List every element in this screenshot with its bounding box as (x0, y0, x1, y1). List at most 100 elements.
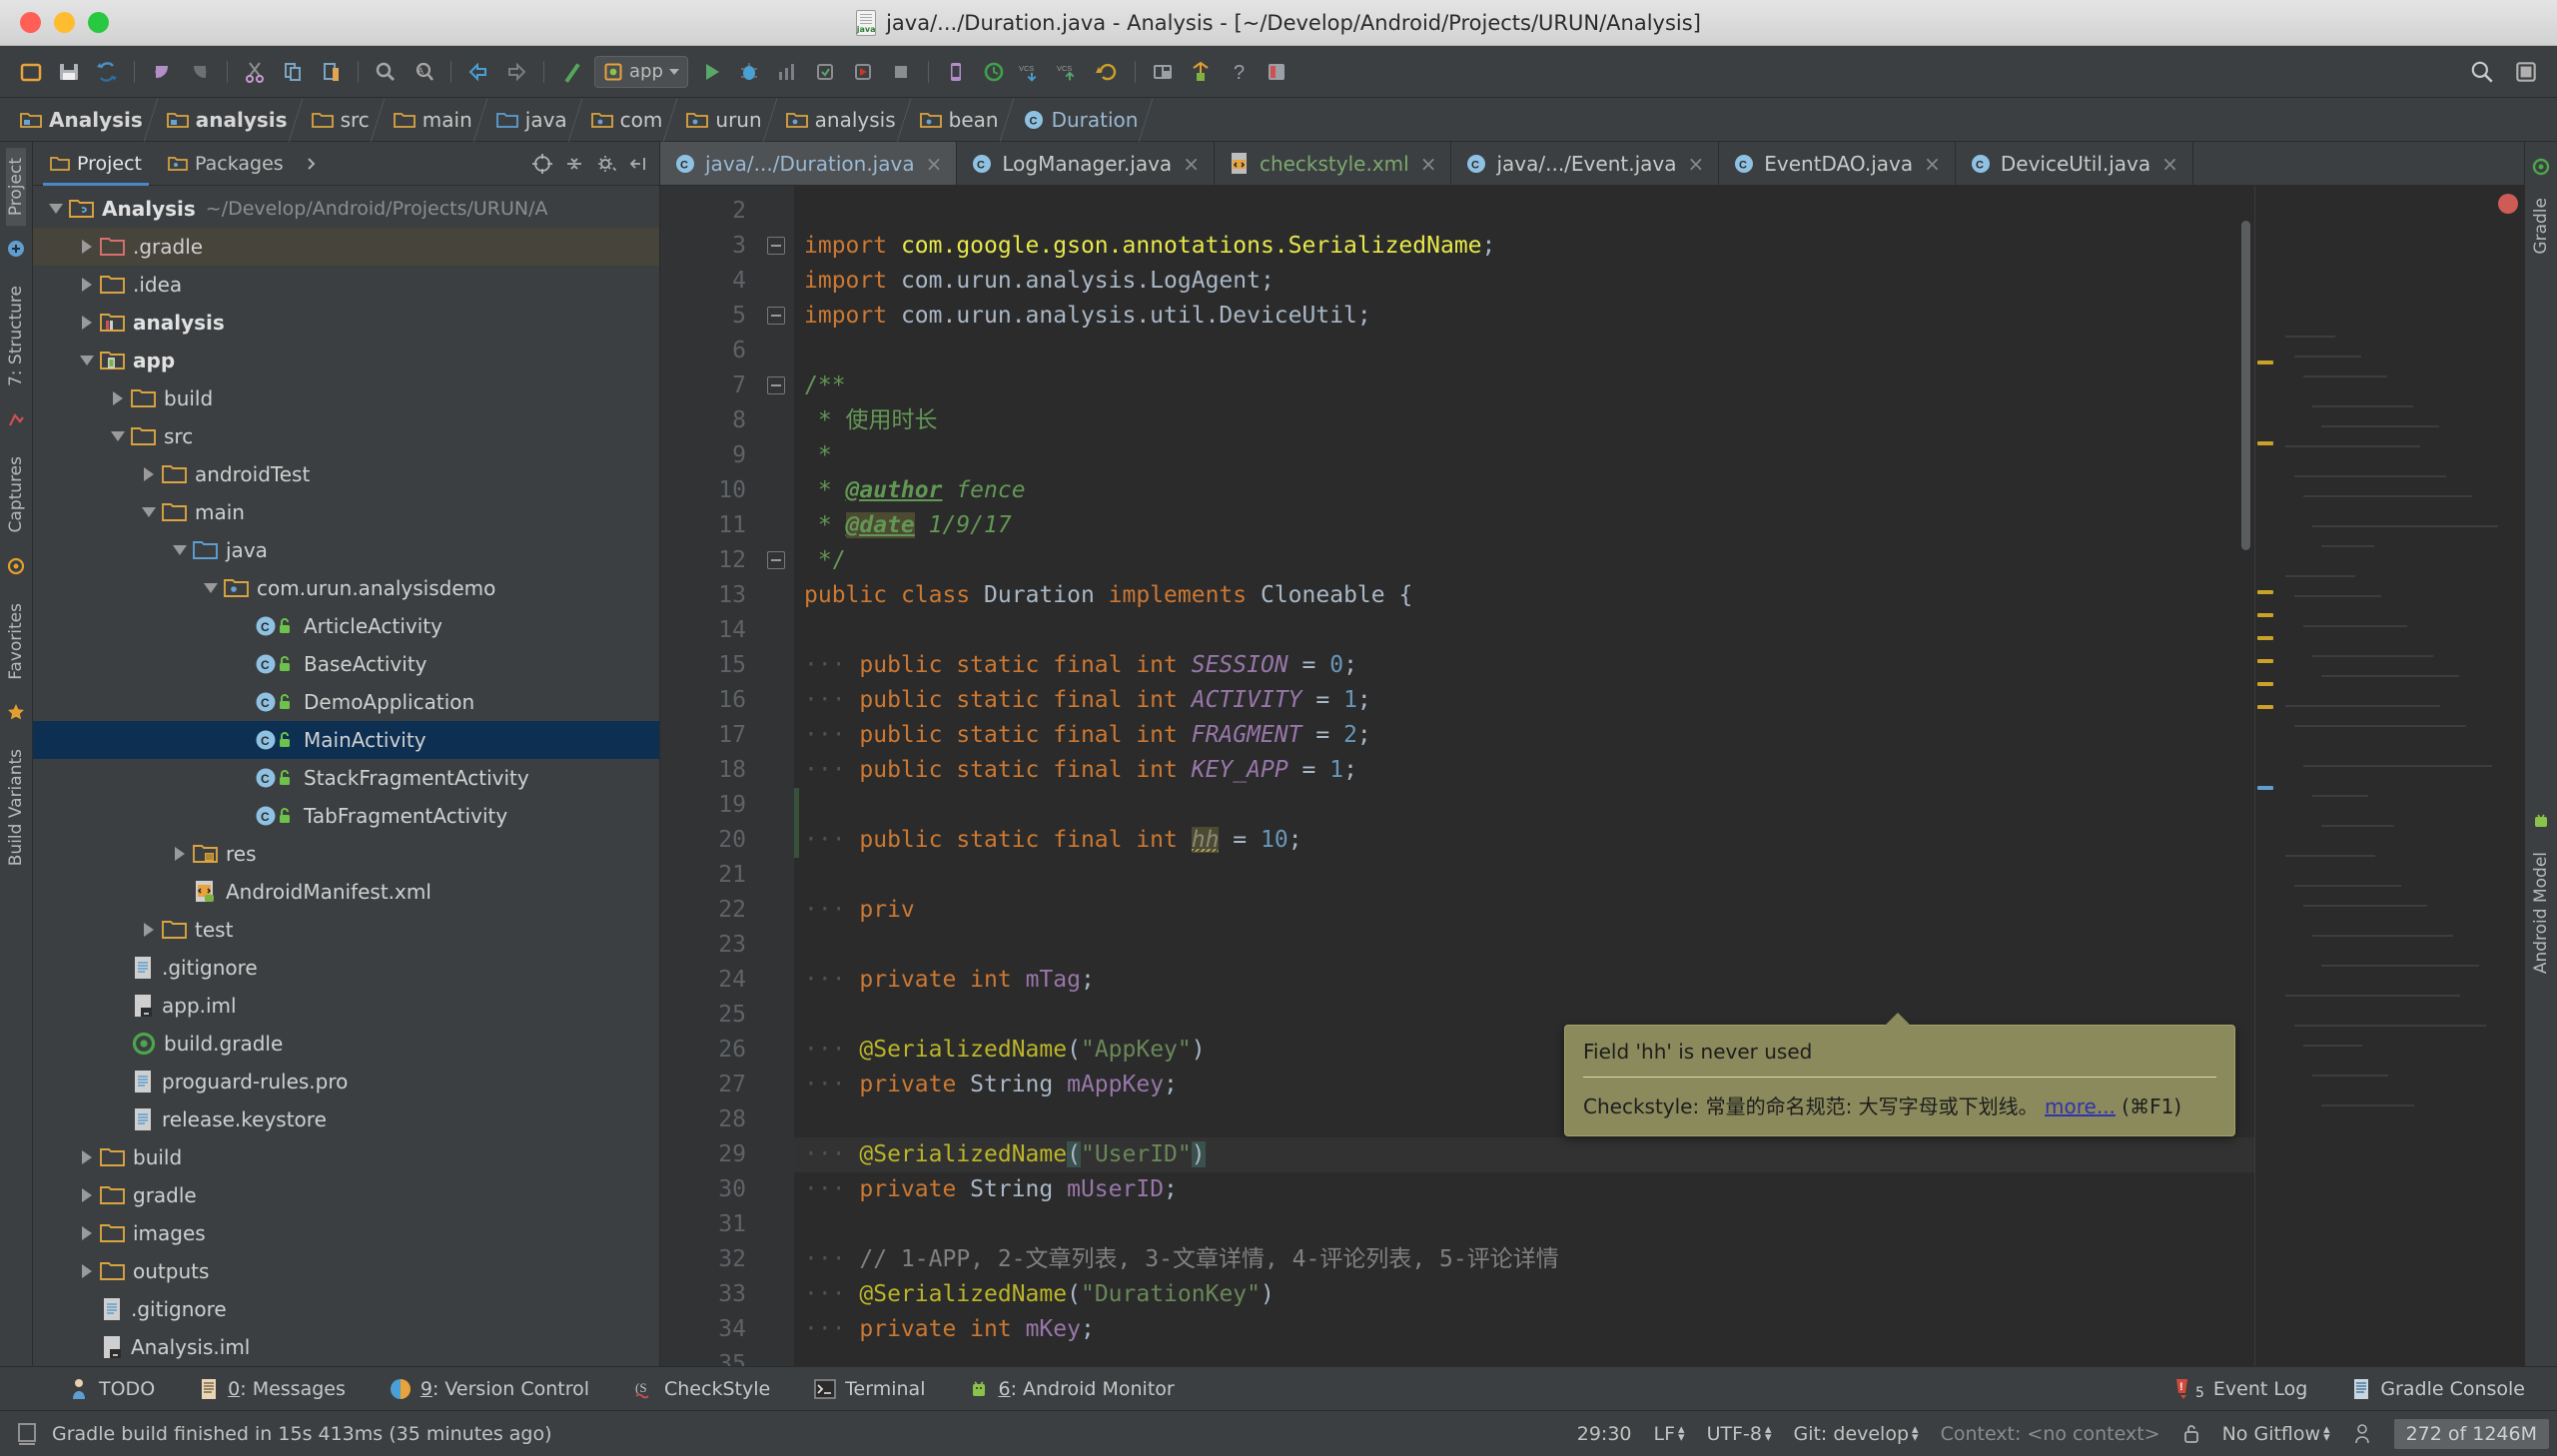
code-line[interactable]: import com.urun.analysis.util.DeviceUtil… (794, 299, 2254, 334)
gitflow-icon[interactable] (2352, 1422, 2372, 1446)
run-coverage-icon[interactable] (846, 55, 880, 89)
code-line[interactable] (794, 334, 2254, 368)
build-icon[interactable] (554, 55, 588, 89)
chevron-down-icon[interactable] (167, 545, 193, 555)
code-line[interactable]: public class Duration implements Cloneab… (794, 578, 2254, 613)
caret-position[interactable]: 29:30 (1577, 1423, 1632, 1445)
tree-node-outputs[interactable]: outputs (33, 1252, 659, 1290)
android-model-tool-icon[interactable] (2531, 811, 2551, 835)
build-status-icon[interactable] (16, 1421, 38, 1447)
chevron-down-icon[interactable] (198, 583, 224, 593)
attach-debugger-icon[interactable] (808, 55, 842, 89)
code-line[interactable]: ··· public static final int hh = 10; (794, 823, 2254, 858)
zoom-window-button[interactable] (88, 12, 109, 33)
nav-back-icon[interactable] (461, 55, 495, 89)
fold-collapse-icon[interactable] (767, 237, 785, 255)
code-line[interactable] (794, 613, 2254, 648)
code-line[interactable]: ··· private int mKey; (794, 1312, 2254, 1347)
back-icon[interactable] (145, 55, 179, 89)
chevron-right-icon[interactable] (74, 240, 100, 254)
chevron-right-icon[interactable] (74, 278, 100, 292)
git-branch-selector[interactable]: Git: develop ▴ ▾ (1793, 1423, 1918, 1445)
tree-node-app-iml[interactable]: app.iml (33, 987, 659, 1025)
tree-node--idea[interactable]: .idea (33, 266, 659, 304)
breadcrumb-item-duration[interactable]: C Duration (1013, 97, 1154, 142)
minimap-warning-marker[interactable] (2257, 705, 2273, 709)
tool-window-version-control[interactable]: 9: Version Control (368, 1367, 611, 1411)
code-line[interactable]: * 使用时长 (794, 403, 2254, 438)
minimap-warning-marker[interactable] (2257, 785, 2273, 790)
minimap-warning-marker[interactable] (2257, 613, 2273, 617)
gear-icon[interactable] (591, 149, 621, 179)
debug-icon[interactable] (732, 55, 766, 89)
sdk-manager-icon[interactable] (1184, 55, 1218, 89)
close-icon[interactable]: × (1183, 152, 1200, 176)
fold-end-icon[interactable] (767, 307, 785, 325)
run-configuration-selector[interactable]: app (594, 55, 688, 88)
close-icon[interactable]: × (926, 152, 943, 176)
code-line[interactable]: * @author fence (794, 473, 2254, 508)
structure-tool-icon[interactable] (6, 239, 26, 263)
memory-indicator[interactable]: 272 of 1246M (2393, 1418, 2549, 1449)
rollback-icon[interactable] (1091, 55, 1125, 89)
close-icon[interactable]: × (2161, 152, 2178, 176)
code-line[interactable] (794, 928, 2254, 963)
chevron-right-icon[interactable] (74, 1150, 100, 1164)
unlock-icon[interactable] (2182, 1423, 2200, 1445)
sync-icon[interactable] (90, 55, 124, 89)
sidebar-item-project[interactable]: Project (6, 148, 26, 227)
chevron-right-icon[interactable] (136, 467, 162, 481)
code-line[interactable]: * @date 1/9/17 (794, 508, 2254, 543)
breadcrumb-item-src[interactable]: src (302, 97, 385, 142)
code-line[interactable]: ··· @SerializedName("DurationKey") (794, 1277, 2254, 1312)
gitflow-selector[interactable]: No Gitflow ▴ ▾ (2222, 1423, 2330, 1445)
editor-tab-bar[interactable]: Cjava/.../Duration.java × C LogManager.java… (660, 142, 2524, 186)
editor-tab-deviceutil-java[interactable]: C DeviceUtil.java × (1956, 142, 2193, 185)
code-line[interactable] (794, 788, 2254, 823)
code-line[interactable]: ··· public static final int ACTIVITY = 1… (794, 683, 2254, 718)
search-everywhere-icon[interactable] (2465, 55, 2499, 89)
project-structure-icon[interactable] (1260, 55, 1293, 89)
breadcrumb-item-bean[interactable]: bean (910, 97, 1014, 142)
tree-node-analysis-iml[interactable]: Analysis.iml (33, 1328, 659, 1366)
window-controls[interactable] (0, 12, 109, 33)
vcs-update-icon[interactable]: VCS (1015, 55, 1049, 89)
editor-scrollbar-thumb[interactable] (2241, 221, 2250, 550)
tool-window-checkstyle[interactable]: (S CheckStyle (611, 1367, 792, 1411)
project-tree[interactable]: Analysis ~/Develop/Android/Projects/URUN/… (33, 186, 659, 1366)
code-line[interactable] (794, 1207, 2254, 1242)
tab-project[interactable]: Project (37, 142, 155, 186)
tool-window-messages[interactable]: 0: Messages (177, 1367, 368, 1411)
editor-tab-checkstyle-xml[interactable]: checkstyle.xml × (1215, 142, 1452, 185)
line-separator-selector[interactable]: LF ▴ ▾ (1654, 1423, 1685, 1445)
code-line[interactable]: import com.urun.analysis.LogAgent; (794, 264, 2254, 299)
breadcrumb-item-urun[interactable]: urun (676, 97, 777, 142)
tree-node-res[interactable]: res (33, 835, 659, 873)
code-line[interactable] (794, 1347, 2254, 1366)
code-line[interactable]: */ (794, 543, 2254, 578)
tree-node-java[interactable]: java (33, 531, 659, 569)
sidebar-item-structure[interactable]: 7: Structure (6, 276, 26, 396)
chevron-right-icon[interactable] (297, 149, 327, 179)
sdk-sync-icon[interactable] (977, 55, 1011, 89)
close-window-button[interactable] (20, 12, 41, 33)
tree-node-mainactivity[interactable]: C MainActivity (33, 721, 659, 759)
editor-tab-eventdao-java[interactable]: C EventDAO.java × (1719, 142, 1956, 185)
code-content[interactable]: import com.google.gson.annotations.Seria… (794, 186, 2254, 1366)
tree-node-demoapplication[interactable]: C DemoApplication (33, 683, 659, 721)
copy-icon[interactable] (276, 55, 310, 89)
tool-window-gradle-console[interactable]: Gradle Console (2329, 1367, 2547, 1411)
cut-icon[interactable] (238, 55, 272, 89)
fold-gutter[interactable] (760, 186, 794, 1366)
chevron-down-icon[interactable] (136, 507, 162, 517)
tree-node-com-urun-analysisdemo[interactable]: com.urun.analysisdemo (33, 569, 659, 607)
code-line[interactable]: ··· @SerializedName("UserID") (794, 1137, 2254, 1172)
tree-node-stackfragmentactivity[interactable]: C StackFragmentActivity (33, 759, 659, 797)
code-line[interactable] (794, 858, 2254, 893)
tree-node-app[interactable]: app (33, 342, 659, 379)
sidebar-item-captures[interactable]: Captures (6, 446, 26, 542)
sidebar-item-gradle[interactable]: Gradle (2531, 188, 2551, 265)
code-line[interactable]: /** (794, 368, 2254, 403)
code-line[interactable]: ··· public static final int KEY_APP = 1; (794, 753, 2254, 788)
save-all-icon[interactable] (52, 55, 86, 89)
